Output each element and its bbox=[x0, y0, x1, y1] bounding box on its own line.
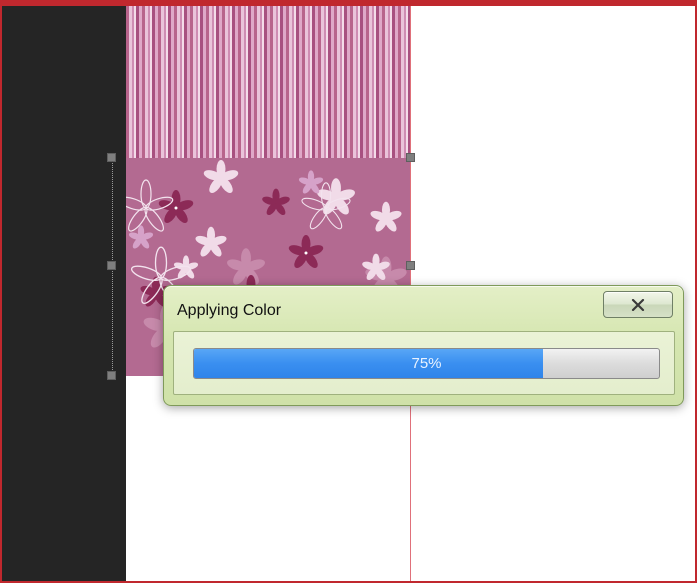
progress-panel: 75% bbox=[173, 331, 675, 395]
dialog-title: Applying Color bbox=[177, 302, 282, 319]
progress-label: 75% bbox=[411, 355, 442, 372]
striped-pattern-image[interactable] bbox=[126, 6, 410, 158]
close-icon bbox=[631, 298, 645, 311]
resize-handle-top-right[interactable] bbox=[406, 153, 415, 162]
resize-handle-middle-right[interactable] bbox=[406, 261, 415, 270]
side-panel bbox=[2, 6, 126, 581]
progress-bar: 75% bbox=[193, 348, 660, 379]
applying-color-dialog: Applying Color 75% bbox=[163, 285, 684, 406]
resize-handle-bottom-left[interactable] bbox=[107, 371, 116, 380]
resize-handle-middle-left[interactable] bbox=[107, 261, 116, 270]
close-button[interactable] bbox=[603, 291, 673, 318]
resize-handle-top-left[interactable] bbox=[107, 153, 116, 162]
